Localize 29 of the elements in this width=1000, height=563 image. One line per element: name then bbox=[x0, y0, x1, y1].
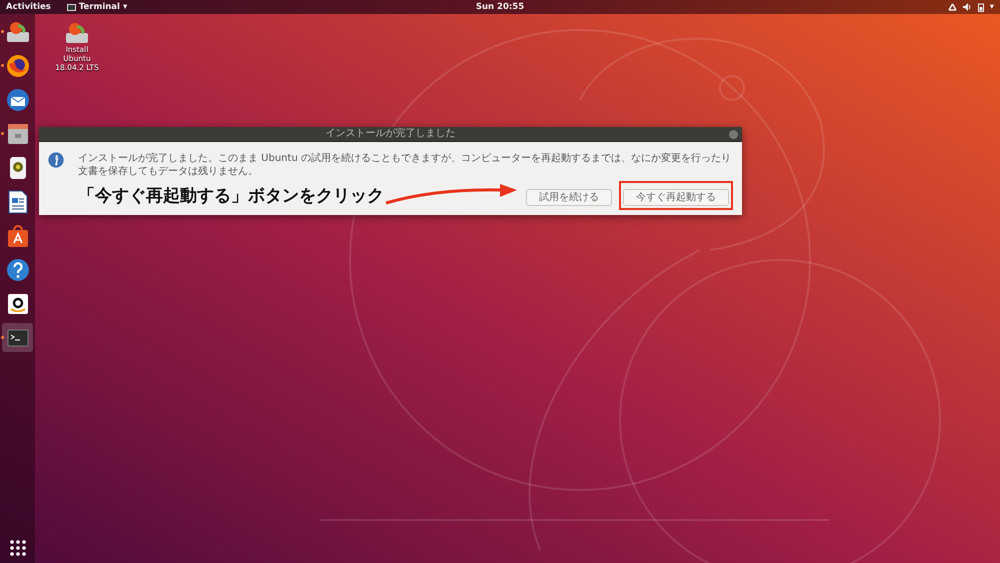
terminal-icon bbox=[6, 328, 28, 346]
envelope-icon bbox=[6, 88, 30, 112]
running-dot bbox=[1, 132, 4, 135]
dialog-button[interactable]: 今すぐ再起動する bbox=[623, 188, 729, 206]
clock[interactable]: Sun 20:55 bbox=[476, 2, 524, 12]
running-dot bbox=[1, 30, 4, 33]
system-menu-caret[interactable]: ▾ bbox=[990, 2, 994, 12]
help-icon bbox=[6, 258, 30, 282]
dialog-title: インストールが完了しました bbox=[326, 129, 456, 139]
terminal-icon bbox=[66, 4, 76, 10]
activities-button[interactable]: Activities bbox=[6, 2, 51, 12]
globe-icon bbox=[6, 54, 30, 78]
volume-icon[interactable] bbox=[962, 3, 972, 11]
drawer-icon bbox=[6, 122, 28, 144]
running-dot bbox=[1, 336, 4, 339]
app-grid-button[interactable] bbox=[8, 539, 26, 557]
close-button[interactable] bbox=[729, 130, 738, 139]
annotation-text: 「今すぐ再起動する」ボタンをクリック bbox=[78, 184, 384, 207]
network-icon[interactable] bbox=[948, 3, 957, 11]
battery-icon[interactable] bbox=[978, 2, 984, 12]
grid-icon bbox=[8, 539, 26, 557]
bag-icon bbox=[6, 224, 28, 248]
disk-icon[interactable] bbox=[64, 21, 90, 45]
dialog-message: インストールが完了しました。このまま Ubuntu の試用を続けることもできますが、コンピューターを再起動するまでは、なにか変更を行ったり文書を保存してもデータは残りません。 bbox=[78, 152, 732, 178]
app-menu[interactable]: Terminal ▾ bbox=[66, 2, 128, 12]
running-dot bbox=[1, 64, 4, 67]
disk-icon bbox=[4, 20, 30, 44]
dialog-button[interactable]: 試用を続ける bbox=[526, 188, 612, 206]
document-icon bbox=[8, 190, 28, 214]
